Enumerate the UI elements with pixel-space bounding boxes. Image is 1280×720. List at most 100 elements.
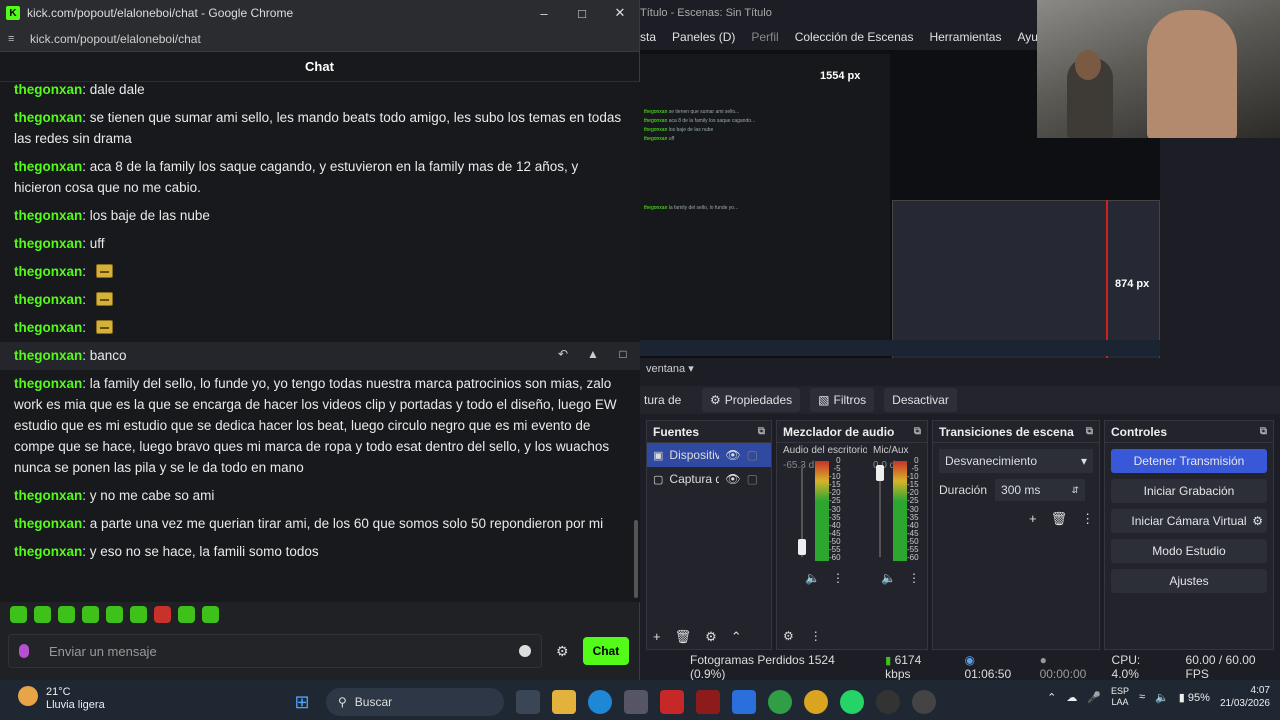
chat-username[interactable]: thegonxan <box>14 110 82 125</box>
deactivate-button[interactable]: Desactivar <box>884 388 957 412</box>
chat-username[interactable]: thegonxan <box>14 236 82 251</box>
gear-icon[interactable]: ⚙ <box>1252 514 1263 528</box>
studio-mode-button[interactable]: Modo Estudio <box>1111 539 1267 563</box>
menu-item-perfil[interactable]: Perfil <box>751 30 778 44</box>
speaker-icon[interactable]: 🔈 <box>805 571 820 585</box>
volume-icon[interactable]: 🔈 <box>1155 691 1169 704</box>
mixer-settings-icon[interactable]: ⚙ <box>783 629 794 643</box>
lock-icon[interactable]: ▢ <box>747 448 758 462</box>
pin-icon[interactable]: ▲ <box>582 344 604 364</box>
stop-stream-button[interactable]: Detener Transmisión <box>1111 449 1267 473</box>
chat-username[interactable]: thegonxan <box>14 292 82 307</box>
reply-icon[interactable]: ↶ <box>552 344 574 364</box>
visibility-eye-icon[interactable]: 👁 <box>725 448 740 462</box>
visibility-eye-icon[interactable]: 👁 <box>725 472 740 486</box>
emote-icon[interactable] <box>58 606 75 623</box>
edge-icon[interactable] <box>588 690 612 714</box>
chat-username[interactable]: thegonxan <box>14 320 82 335</box>
chrome-alt-icon[interactable] <box>804 690 828 714</box>
add-transition-icon[interactable]: + <box>1029 511 1037 527</box>
file-explorer-icon[interactable] <box>552 690 576 714</box>
tray-overflow-icon[interactable]: ⌃ <box>1047 691 1056 704</box>
menu-item-coleccion[interactable]: Colección de Escenas <box>795 30 914 44</box>
send-chat-button[interactable]: Chat <box>582 637 630 665</box>
undock-icon[interactable]: ⧉ <box>914 426 921 437</box>
source-item[interactable]: ▣ Dispositiv 👁 ▢ <box>647 443 771 467</box>
address-bar[interactable]: ≡ kick.com/popout/elaloneboi/chat <box>0 26 639 52</box>
store-icon[interactable] <box>624 690 648 714</box>
language-indicator[interactable]: ESP LAA <box>1111 686 1129 708</box>
duration-spinbox[interactable]: 300 ms ⇵ <box>995 479 1086 501</box>
chat-username[interactable]: thegonxan <box>14 376 82 391</box>
more-options-icon[interactable]: ⋮ <box>810 629 822 643</box>
chrome-icon[interactable] <box>768 690 792 714</box>
source-item[interactable]: ▢ Captura d 👁 ▢ <box>647 467 771 491</box>
settings-button[interactable]: Ajustes <box>1111 569 1267 593</box>
weather-widget[interactable]: 21°C Lluvia ligera <box>18 686 105 712</box>
obs-icon[interactable] <box>876 690 900 714</box>
emoji-picker-icon[interactable] <box>519 645 531 657</box>
emote-icon[interactable] <box>202 606 219 623</box>
remove-transition-icon[interactable]: 🗑 <box>1051 511 1068 527</box>
chat-settings-icon[interactable]: ⚙ <box>556 643 569 660</box>
spin-arrows-icon[interactable]: ⇵ <box>1071 485 1079 496</box>
start-virtual-camera-button[interactable]: Iniciar Cámara Virtual ⚙ <box>1111 509 1267 533</box>
filters-button[interactable]: ▧ Filtros <box>810 388 875 412</box>
menu-item-herramientas[interactable]: Herramientas <box>929 30 1001 44</box>
emote-icon[interactable] <box>34 606 51 623</box>
undock-icon[interactable]: ⧉ <box>1260 426 1267 437</box>
chat-username[interactable]: thegonxan <box>14 544 82 559</box>
chat-message-list[interactable]: thegonxan: dale dale thegonxan: se tiene… <box>0 82 640 602</box>
clock[interactable]: 4:07 21/03/2026 <box>1220 684 1270 710</box>
menu-item[interactable]: sta <box>640 30 656 44</box>
emote-icon[interactable] <box>154 606 171 623</box>
app-shield-icon[interactable] <box>696 690 720 714</box>
media-player-icon[interactable] <box>912 690 936 714</box>
close-icon[interactable]: ✕ <box>601 5 639 21</box>
more-options-icon[interactable]: ⋮ <box>908 571 920 585</box>
properties-button[interactable]: ⚙ Propiedades <box>702 388 801 412</box>
remove-source-icon[interactable]: 🗑 <box>675 629 692 645</box>
chat-username[interactable]: thegonxan <box>14 516 82 531</box>
chat-message-input[interactable]: Enviar un mensaje <box>8 634 542 668</box>
move-up-icon[interactable]: ⌃ <box>731 629 742 645</box>
undock-icon[interactable]: ⧉ <box>758 426 765 437</box>
delete-icon[interactable]: □ <box>612 344 634 364</box>
emote-icon[interactable] <box>130 606 147 623</box>
chat-username[interactable]: thegonxan <box>14 82 82 97</box>
undock-icon[interactable]: ⧉ <box>1086 426 1093 437</box>
source-settings-icon[interactable]: ⚙ <box>705 629 717 645</box>
chat-username[interactable]: thegonxan <box>14 348 82 363</box>
lock-icon[interactable]: ▢ <box>747 472 758 486</box>
start-recording-button[interactable]: Iniciar Grabación <box>1111 479 1267 503</box>
windows-start-icon[interactable]: ⊞ <box>290 690 314 714</box>
emote-icon[interactable] <box>95 292 113 306</box>
volume-fader-knob[interactable] <box>876 465 884 481</box>
more-options-icon[interactable]: ⋮ <box>1081 511 1094 527</box>
add-source-icon[interactable]: + <box>653 629 661 645</box>
transition-select[interactable]: Desvanecimiento ▾ <box>939 449 1093 473</box>
minimize-icon[interactable]: – <box>525 6 563 21</box>
app-blue-icon[interactable] <box>732 690 756 714</box>
emote-icon[interactable] <box>178 606 195 623</box>
emote-icon[interactable] <box>10 606 27 623</box>
maximize-icon[interactable]: □ <box>563 6 601 21</box>
chat-scrollbar[interactable] <box>634 520 638 598</box>
more-options-icon[interactable]: ⋮ <box>832 571 844 585</box>
chat-username[interactable]: thegonxan <box>14 208 82 223</box>
speaker-icon[interactable]: 🔈 <box>881 571 896 585</box>
chat-username[interactable]: thegonxan <box>14 488 82 503</box>
mic-tray-icon[interactable]: 🎤 <box>1087 691 1101 704</box>
wifi-icon[interactable]: ≈ <box>1139 691 1145 703</box>
menu-item-paneles[interactable]: Paneles (D) <box>672 30 735 44</box>
emote-icon[interactable] <box>95 320 113 334</box>
chat-username[interactable]: thegonxan <box>14 264 82 279</box>
app-red-icon[interactable] <box>660 690 684 714</box>
emote-icon[interactable] <box>106 606 123 623</box>
taskbar-search[interactable]: ⚲ Buscar <box>326 688 504 716</box>
chat-username[interactable]: thegonxan <box>14 159 82 174</box>
emote-icon[interactable] <box>82 606 99 623</box>
emote-icon[interactable] <box>95 264 113 278</box>
whatsapp-icon[interactable] <box>840 690 864 714</box>
battery-status[interactable]: ▮ 95% <box>1179 691 1210 704</box>
